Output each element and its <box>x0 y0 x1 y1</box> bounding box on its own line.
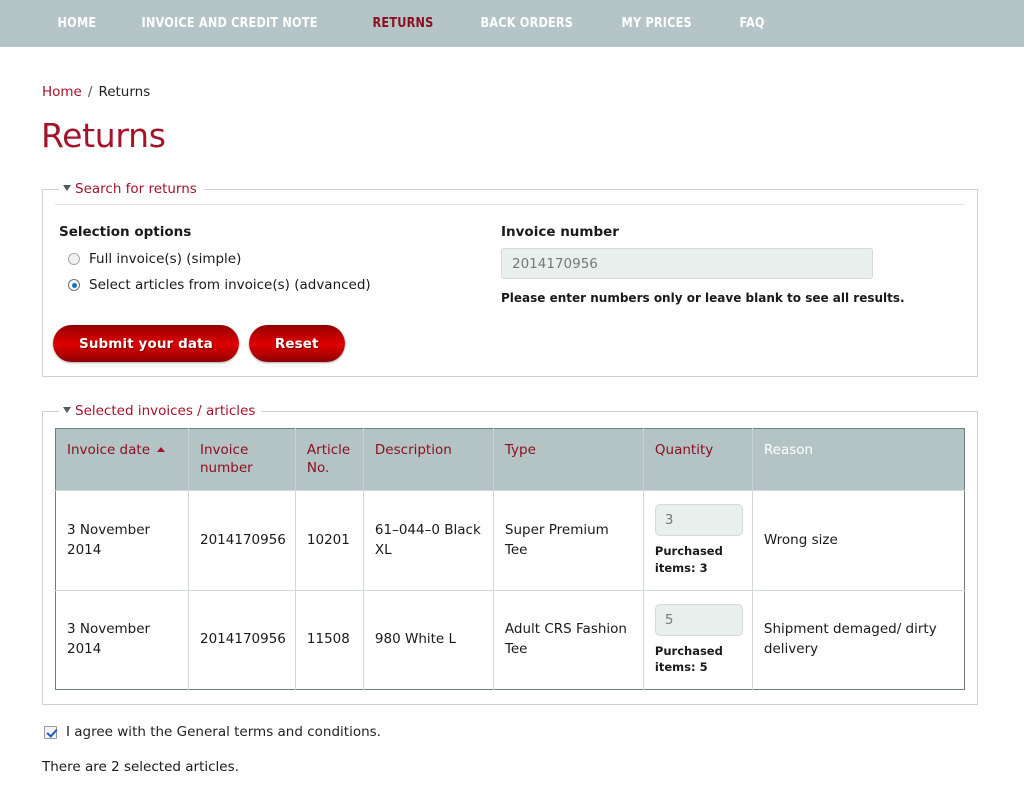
results-table-wrapper: Invoice date Invoice number Article No. … <box>43 419 977 691</box>
search-actions: Submit your data Reset <box>43 305 977 362</box>
radio-icon-unselected[interactable] <box>68 253 80 265</box>
column-header-invoice-date-label: Invoice date <box>67 442 150 458</box>
breadcrumb: Home / Returns <box>42 84 1024 100</box>
page-content: Home / Returns Returns Search for returns … <box>0 84 1024 793</box>
purchased-items-label: Purchased items: 5 <box>654 643 723 675</box>
column-header-invoice-date[interactable]: Invoice date <box>55 428 189 491</box>
radio-option-full-invoices[interactable]: Full invoice(s) (simple) <box>68 251 501 267</box>
terms-checkbox[interactable] <box>44 725 57 739</box>
cell-invoice-date: 3 November 2014 <box>55 589 189 690</box>
results-panel-legend[interactable]: Selected invoices / articles <box>59 403 262 419</box>
results-table-head: Invoice date Invoice number Article No. … <box>55 428 965 491</box>
table-row: 3 November 2014 2014170956 10201 61–044–… <box>55 490 965 591</box>
cell-quantity: Purchased items: 3 <box>643 490 753 591</box>
column-header-reason[interactable]: Reason <box>752 428 965 491</box>
invoice-number-label: Invoice number <box>501 224 619 240</box>
nav-item-returns[interactable]: RETURNS <box>353 0 453 47</box>
table-header-row: Invoice date Invoice number Article No. … <box>55 428 965 491</box>
chevron-down-icon[interactable] <box>63 407 71 413</box>
page-title: Returns <box>41 116 166 155</box>
results-table: Invoice date Invoice number Article No. … <box>55 428 965 691</box>
search-panel-legend[interactable]: Search for returns <box>59 181 204 197</box>
column-header-description[interactable]: Description <box>363 428 494 491</box>
quantity-input[interactable] <box>654 603 743 636</box>
cell-type: Adult CRS Fashion Tee <box>493 589 644 690</box>
search-for-returns-panel: Search for returns Selection options Ful… <box>42 181 978 377</box>
column-header-type[interactable]: Type <box>493 428 644 491</box>
radio-option-full-invoices-label: Full invoice(s) (simple) <box>89 251 242 267</box>
breadcrumb-separator: / <box>87 84 93 100</box>
selected-invoices-panel: Selected invoices / articles Invoice dat… <box>42 403 978 706</box>
radio-option-select-articles-label: Select articles from invoice(s) (advance… <box>89 277 371 293</box>
breadcrumb-current: Returns <box>98 84 151 100</box>
column-header-quantity[interactable]: Quantity <box>643 428 753 491</box>
invoice-number-input[interactable] <box>501 248 873 279</box>
cell-reason: Shipment demaged/ dirty delivery <box>752 589 965 690</box>
results-panel-legend-label: Selected invoices / articles <box>75 403 256 419</box>
nav-item-faq[interactable]: FAQ <box>720 0 784 47</box>
cell-quantity: Purchased items: 5 <box>643 589 753 690</box>
radio-option-select-articles[interactable]: Select articles from invoice(s) (advance… <box>68 277 501 293</box>
chevron-down-icon[interactable] <box>63 185 71 191</box>
sort-ascending-icon[interactable] <box>157 446 165 452</box>
cell-invoice-number: 2014170956 <box>188 589 296 690</box>
cell-article-no: 10201 <box>295 490 364 591</box>
search-form: Selection options Full invoice(s) (simpl… <box>43 205 977 305</box>
column-header-article-no[interactable]: Article No. <box>295 428 364 491</box>
purchased-items-label: Purchased items: 3 <box>654 544 723 576</box>
cell-invoice-date: 3 November 2014 <box>55 490 189 591</box>
nav-item-home[interactable]: HOME <box>38 0 116 47</box>
column-header-invoice-number[interactable]: Invoice number <box>188 428 296 491</box>
nav-item-invoice-and-credit-note[interactable]: INVOICE AND CREDIT NOTE <box>122 0 337 47</box>
terms-agreement-label: I agree with the General terms and condi… <box>66 724 381 741</box>
cell-reason: Wrong size <box>752 490 965 591</box>
reset-button[interactable]: Reset <box>248 325 345 362</box>
nav-item-my-prices[interactable]: MY PRICES <box>602 0 711 47</box>
breadcrumb-home-link[interactable]: Home <box>42 84 82 100</box>
nav-item-back-orders[interactable]: BACK ORDERS <box>461 0 593 47</box>
cell-article-no: 11508 <box>295 589 364 690</box>
table-row: 3 November 2014 2014170956 11508 980 Whi… <box>55 589 965 690</box>
invoice-number-column: Invoice number Please enter numbers only… <box>501 224 977 305</box>
selected-articles-count: There are 2 selected articles. <box>42 759 239 776</box>
results-table-body: 3 November 2014 2014170956 10201 61–044–… <box>55 490 965 690</box>
cell-description: 61–044–0 Black XL <box>363 490 494 591</box>
selection-options-label: Selection options <box>59 224 192 240</box>
cell-type: Super Premium Tee <box>493 490 644 591</box>
invoice-number-hint: Please enter numbers only or leave blank… <box>501 291 905 305</box>
cell-description: 980 White L <box>363 589 494 690</box>
search-panel-legend-label: Search for returns <box>75 181 197 197</box>
cell-invoice-number: 2014170956 <box>188 490 296 591</box>
radio-icon-selected[interactable] <box>68 279 80 291</box>
selection-options-column: Selection options Full invoice(s) (simpl… <box>43 224 501 305</box>
submit-your-data-button[interactable]: Submit your data <box>53 325 239 362</box>
quantity-input[interactable] <box>654 504 743 537</box>
terms-agreement-row[interactable]: I agree with the General terms and condi… <box>44 724 1024 740</box>
main-navigation: HOME INVOICE AND CREDIT NOTE RETURNS BAC… <box>0 0 1024 47</box>
